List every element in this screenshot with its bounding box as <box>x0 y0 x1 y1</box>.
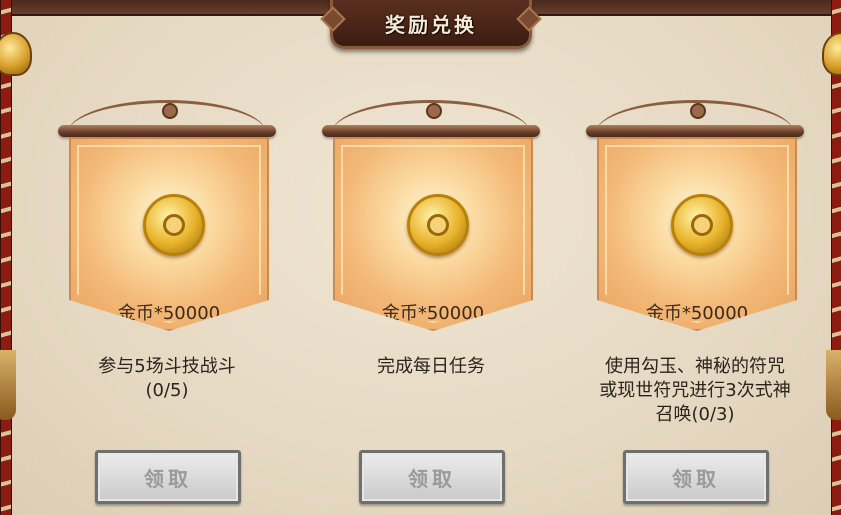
task-line: 完成每日任务 <box>377 356 485 377</box>
task-line: 或现世符咒进行3次式神 <box>599 380 791 401</box>
gold-coin-icon <box>407 194 469 256</box>
scroll-rod <box>322 125 540 137</box>
claim-button[interactable]: 领取 <box>623 450 769 504</box>
task-description: 使用勾玉、神秘的符咒 或现世符咒进行3次式神 召唤(0/3) <box>586 355 804 427</box>
reward-banner: 金币*50000 <box>597 137 797 331</box>
reward-banner: 金币*50000 <box>333 137 533 331</box>
tassel-decoration <box>826 350 841 420</box>
title-plate: 奖励兑换 <box>330 0 532 49</box>
gold-coin-icon <box>143 194 205 256</box>
task-progress: (0/5) <box>145 380 189 401</box>
bell-icon <box>0 32 32 76</box>
scroll-rod <box>58 125 276 137</box>
gold-coin-icon <box>671 194 733 256</box>
reward-card: 金币*50000 使用勾玉、神秘的符咒 或现世符咒进行3次式神 召唤(0/3) … <box>586 100 816 510</box>
reward-card: 金币*50000 参与5场斗技战斗 (0/5) 领取 <box>58 100 288 510</box>
right-pole <box>831 0 841 515</box>
hanging-knob <box>426 103 442 119</box>
reward-label: 金币*50000 <box>645 303 749 324</box>
task-line: 使用勾玉、神秘的符咒 <box>605 356 785 377</box>
claim-button[interactable]: 领取 <box>359 450 505 504</box>
task-progress: 召唤(0/3) <box>655 404 735 425</box>
hanging-knob <box>690 103 706 119</box>
claim-button[interactable]: 领取 <box>95 450 241 504</box>
task-line: 参与5场斗技战斗 <box>98 356 236 377</box>
page-title: 奖励兑换 <box>385 12 477 37</box>
task-description: 参与5场斗技战斗 (0/5) <box>58 355 276 403</box>
tassel-decoration <box>0 350 16 420</box>
reward-banner: 金币*50000 <box>69 137 269 331</box>
left-pole <box>0 0 12 515</box>
reward-label: 金币*50000 <box>381 303 485 324</box>
reward-card: 金币*50000 完成每日任务 领取 <box>322 100 552 510</box>
hanging-knob <box>162 103 178 119</box>
task-description: 完成每日任务 <box>322 355 540 379</box>
scroll-rod <box>586 125 804 137</box>
reward-label: 金币*50000 <box>117 303 221 324</box>
